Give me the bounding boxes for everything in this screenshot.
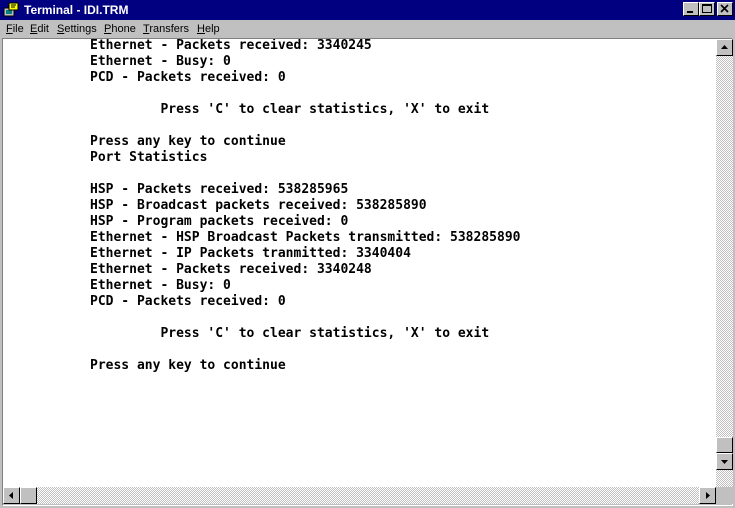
terminal-line: Press 'C' to clear statistics, 'X' to ex… bbox=[90, 326, 490, 341]
terminal-icon bbox=[3, 2, 19, 17]
vertical-scroll-thumb[interactable] bbox=[716, 437, 733, 453]
terminal-line: Ethernet - IP Packets tranmitted: 334040… bbox=[90, 246, 411, 261]
horizontal-scroll-thumb[interactable] bbox=[20, 487, 37, 504]
menu-file[interactable]: File bbox=[6, 22, 24, 36]
menu-phone[interactable]: Phone bbox=[104, 22, 136, 36]
terminal-line: Ethernet - HSP Broadcast Packets transmi… bbox=[90, 230, 521, 245]
window-title: Terminal - IDI.TRM bbox=[24, 3, 129, 17]
window-controls bbox=[683, 2, 733, 18]
terminal-line: Ethernet - Busy: 0 bbox=[90, 278, 231, 293]
scroll-left-button[interactable] bbox=[3, 487, 20, 504]
title-bar[interactable]: Terminal - IDI.TRM bbox=[0, 0, 735, 20]
terminal-line: PCD - Packets received: 0 bbox=[90, 294, 286, 309]
scrollbar-corner bbox=[716, 487, 733, 504]
close-button[interactable] bbox=[717, 2, 733, 16]
terminal-line: Press 'C' to clear statistics, 'X' to ex… bbox=[90, 102, 490, 117]
terminal-line: Ethernet - Packets received: 3340245 bbox=[90, 39, 372, 53]
vertical-scrollbar[interactable] bbox=[716, 39, 733, 487]
menu-bar: File Edit Settings Phone Transfers Help bbox=[0, 20, 735, 38]
minimize-icon bbox=[687, 11, 693, 13]
scroll-down-button[interactable] bbox=[716, 453, 733, 470]
arrow-up-icon bbox=[721, 45, 728, 49]
minimize-button[interactable] bbox=[683, 2, 699, 16]
maximize-icon bbox=[702, 4, 712, 13]
terminal-line: PCD - Packets received: 0 bbox=[90, 70, 286, 85]
terminal-line: HSP - Packets received: 538285965 bbox=[90, 182, 349, 197]
scroll-up-button[interactable] bbox=[716, 39, 733, 56]
maximize-button[interactable] bbox=[699, 2, 715, 16]
terminal-window: Terminal - IDI.TRM File Edit Settings Ph… bbox=[0, 0, 735, 508]
terminal-screen[interactable]: Ethernet - Packets received: 3340245 Eth… bbox=[3, 39, 716, 487]
terminal-line: Ethernet - Packets received: 3340248 bbox=[90, 262, 372, 277]
terminal-line: Port Statistics bbox=[90, 150, 208, 165]
scroll-right-button[interactable] bbox=[699, 487, 716, 504]
arrow-right-icon bbox=[706, 492, 710, 499]
menu-edit[interactable]: Edit bbox=[30, 22, 49, 36]
terminal-line: HSP - Program packets received: 0 bbox=[90, 214, 349, 229]
close-icon bbox=[720, 4, 729, 13]
arrow-down-icon bbox=[721, 460, 728, 464]
menu-transfers[interactable]: Transfers bbox=[143, 22, 189, 36]
terminal-line: Press any key to continue bbox=[90, 134, 286, 149]
terminal-line: HSP - Broadcast packets received: 538285… bbox=[90, 198, 427, 213]
menu-help[interactable]: Help bbox=[197, 22, 220, 36]
terminal-line: Ethernet - Busy: 0 bbox=[90, 54, 231, 69]
menu-settings[interactable]: Settings bbox=[57, 22, 97, 36]
terminal-line: Press any key to continue bbox=[90, 358, 286, 373]
horizontal-scrollbar[interactable] bbox=[3, 487, 716, 504]
arrow-left-icon bbox=[9, 492, 13, 499]
